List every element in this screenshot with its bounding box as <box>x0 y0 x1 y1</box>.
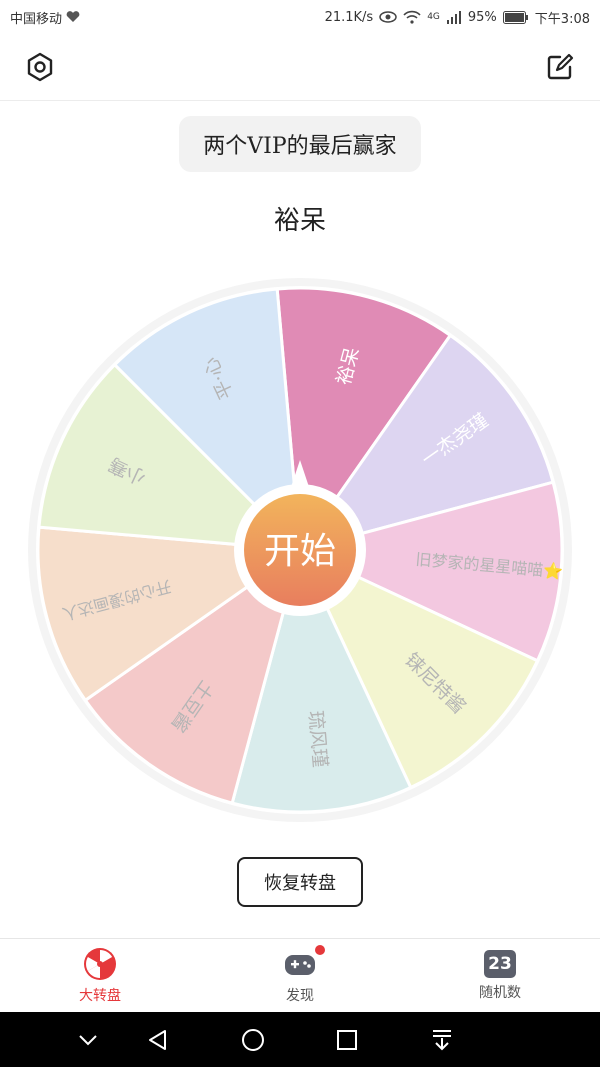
status-left: 中国移动 <box>10 8 80 27</box>
back-button[interactable] <box>140 1022 176 1058</box>
start-button[interactable]: 开始 <box>244 494 356 606</box>
back-triangle-icon <box>149 1030 166 1050</box>
gamepad-icon <box>285 955 315 975</box>
result-text: 裕呆 <box>273 206 326 236</box>
random-number-icon: 23 <box>484 950 516 978</box>
settings-button[interactable] <box>22 49 58 85</box>
notification-pull-button[interactable] <box>424 1022 460 1058</box>
network-speed: 21.1K/s <box>324 9 374 25</box>
nav-label-discover: 发现 <box>286 988 314 1004</box>
restore-wheel-button[interactable]: 恢复转盘 <box>237 857 363 907</box>
wheel-title[interactable]: 两个VIP的最后赢家 <box>179 116 421 172</box>
nav-item-random-number[interactable]: 23 随机数 <box>440 939 560 1013</box>
home-button[interactable] <box>235 1022 271 1058</box>
recents-button[interactable] <box>329 1022 365 1058</box>
nav-label-wheel: 大转盘 <box>79 988 121 1004</box>
collapse-button[interactable] <box>70 1022 106 1058</box>
bottom-nav: 大转盘 发现 23 随机数 <box>0 938 600 1013</box>
carrier-label: 中国移动 <box>10 11 63 27</box>
battery-icon <box>502 10 529 24</box>
wheel-tab-icon <box>84 948 116 980</box>
discover-icon-wrap <box>283 945 325 981</box>
pull-down-icon <box>433 1030 451 1051</box>
edit-square-icon <box>547 53 574 80</box>
recents-square-icon <box>337 1030 357 1050</box>
heart-signal-icon <box>66 11 80 23</box>
status-right: 21.1K/s 4G 95% 下午3:08 <box>325 8 590 27</box>
battery-percent: 95% <box>467 9 497 25</box>
start-button-label[interactable]: 开始 <box>264 531 336 572</box>
network-type: 4G <box>427 12 440 22</box>
hexagon-settings-icon <box>27 52 53 82</box>
nav-item-wheel[interactable]: 大转盘 <box>40 939 160 1013</box>
signal-icon <box>446 10 462 24</box>
wifi-icon <box>403 10 421 24</box>
system-nav-bar <box>0 1012 600 1067</box>
nav-label-random-number: 随机数 <box>479 985 521 1001</box>
eye-icon <box>379 11 397 23</box>
notification-dot <box>315 945 325 955</box>
status-bar: 中国移动 21.1K/s 4G 95% 下午3:08 <box>0 0 600 34</box>
edit-button[interactable] <box>542 49 578 85</box>
clock: 下午3:08 <box>534 11 590 27</box>
nav-item-discover[interactable]: 发现 <box>240 939 360 1013</box>
chevron-down-icon <box>79 1035 97 1046</box>
home-circle-icon <box>242 1029 264 1051</box>
prize-wheel[interactable]: 裕呆一杰尧瑾旧梦家的星星喵喵⭐铼尼特酱琉风瑾土豆酱开心的漫画达人小骞平·心 开始 <box>26 276 574 824</box>
top-toolbar <box>0 34 600 101</box>
